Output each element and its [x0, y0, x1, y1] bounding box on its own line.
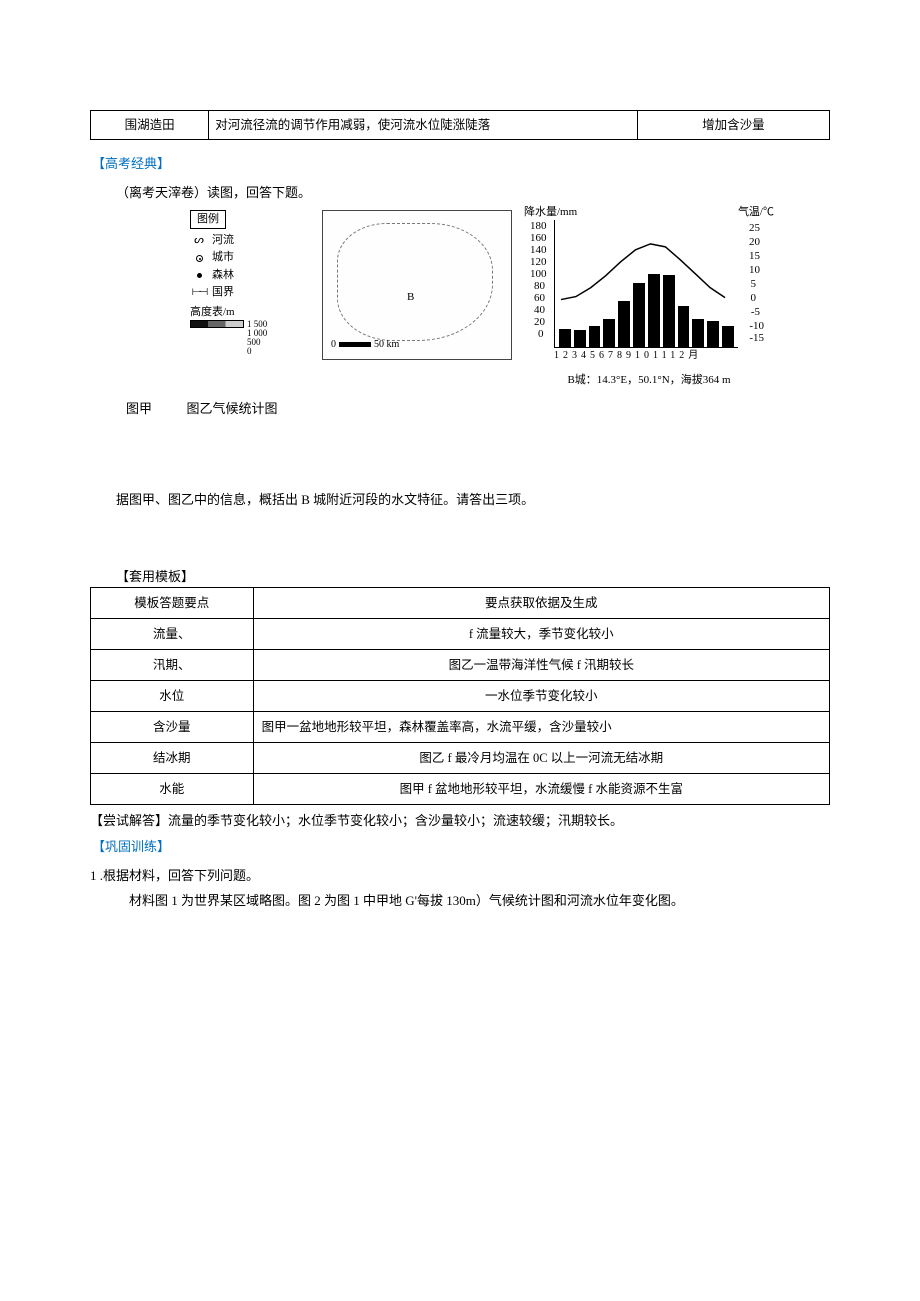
border-icon: ⊢·⊣: [190, 286, 208, 300]
legend-title: 图例: [190, 210, 226, 229]
q1-number: 1 .根据材料，回答下列问题。: [90, 866, 830, 887]
elevation-bar-icon: [190, 320, 244, 328]
chart-right-axis: 气温/℃: [738, 204, 774, 222]
map-point-b: B: [407, 289, 414, 307]
top-cell-right: 增加含沙量: [637, 111, 829, 140]
template-caption: 【套用模板】: [116, 567, 830, 588]
figure-captions: 图甲 图乙气候统计图: [126, 399, 830, 420]
table-row: 汛期、图乙一温带海洋性气候 f 汛期较长: [91, 649, 830, 680]
table-row: 流量、f 流量较大，季节变化较小: [91, 618, 830, 649]
figure-row: 图例 ᔕ河流 城市 森林 ⊢·⊣国界 高度表/m 1 500 1 000 500…: [190, 210, 830, 390]
table-row: 水位一水位季节变化较小: [91, 680, 830, 711]
table-row: 水能图甲 f 盆地地形较平坦，水流缓慢 f 水能资源不生富: [91, 773, 830, 804]
scale-label: 50 km: [374, 337, 399, 353]
x-ticks: 123456789101112月: [554, 348, 702, 364]
city-icon: [190, 255, 208, 262]
map-panel: B 0 50 km: [322, 210, 512, 360]
legend-elev-title: 高度表/m: [190, 305, 310, 320]
scale-zero: 0: [331, 337, 336, 353]
section-gonggu: 【巩固训练】: [92, 837, 828, 858]
elev-0: 0: [247, 347, 267, 356]
top-cell-mid: 对河流径流的调节作用减弱，使河流水位陡涨陡落: [209, 111, 638, 140]
legend-forest: 森林: [212, 268, 234, 283]
chart-caption: B城：14.3°E，50.1°N，海拔364 m: [524, 372, 774, 390]
top-cell-left: 围湖造田: [91, 111, 209, 140]
template-table: 模板答题要点 要点获取依据及生成 流量、f 流量较大，季节变化较小 汛期、图乙一…: [90, 587, 830, 805]
source-line: （离考天滓卷）读图，回答下题。: [90, 183, 830, 204]
river-icon: ᔕ: [190, 233, 208, 248]
question-text: 据图甲、图乙中的信息，概括出 B 城附近河段的水文特征。请答出三项。: [90, 490, 830, 511]
map-legend: 图例 ᔕ河流 城市 森林 ⊢·⊣国界 高度表/m 1 500 1 000 500…: [190, 210, 310, 356]
scale-bar-icon: [339, 342, 371, 347]
th-key: 模板答题要点: [91, 587, 254, 618]
th-val: 要点获取依据及生成: [253, 587, 829, 618]
legend-city: 城市: [212, 250, 234, 265]
temp-curve-icon: [555, 220, 738, 345]
legend-border: 国界: [212, 285, 234, 300]
fig-cap-left: 图甲: [126, 401, 152, 416]
table-row: 结冰期图乙 f 最冷月均温在 0C 以上一河流无结冰期: [91, 742, 830, 773]
table-row: 含沙量图甲一盆地地形较平坦，森林覆盖率高，水流平缓，含沙量较小: [91, 711, 830, 742]
map-scale: 0 50 km: [331, 337, 399, 353]
legend-river: 河流: [212, 233, 234, 248]
fig-cap-right: 图乙气候统计图: [187, 401, 278, 416]
q1-material: 材料图 1 为世界某区域略图。图 2 为图 1 中甲地 G'每拔 130m）气候…: [90, 891, 830, 912]
tick-0: 0: [538, 326, 544, 344]
top-table: 围湖造田 对河流径流的调节作用减弱，使河流水位陡涨陡落 增加含沙量: [90, 110, 830, 140]
map-outline: [337, 223, 493, 341]
ttick-m15: -15: [749, 330, 764, 348]
climate-chart: 降水量/mm 气温/℃ 180 160 140 120 100 80 60 40…: [524, 210, 774, 390]
forest-icon: [190, 273, 208, 278]
section-gaokao: 【高考经典】: [92, 154, 828, 175]
chart-axes: [554, 220, 738, 348]
answer-line: 【尝试解答】流量的季节变化较小；水位季节变化较小；含沙量较小；流速较缓；汛期较长…: [90, 811, 830, 832]
